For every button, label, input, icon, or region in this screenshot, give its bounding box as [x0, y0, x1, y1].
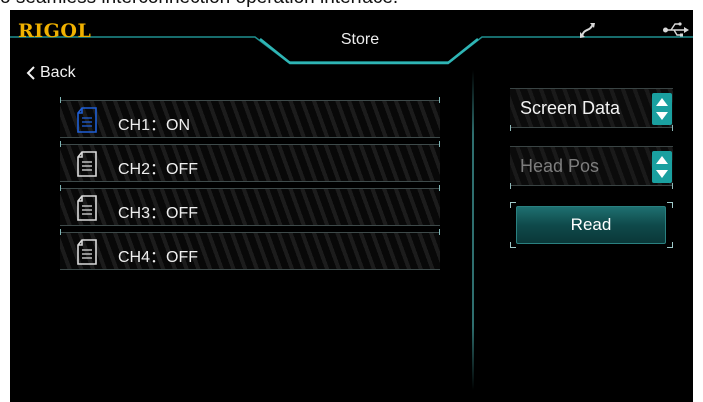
channel-list: CH1：ON CH2：OFF CH3：OFF CH4：OFF [60, 97, 440, 276]
channel-item-ch4[interactable]: CH4：OFF [60, 229, 440, 270]
spin-updown-icon[interactable] [652, 151, 672, 183]
back-label: Back [40, 64, 76, 81]
button-corner-mark [510, 242, 516, 248]
read-button[interactable]: Read [516, 206, 666, 244]
caption-text: o seamless interconnection operation int… [0, 0, 703, 9]
document-icon [76, 151, 98, 177]
channel-label: CH1：ON [118, 117, 191, 134]
document-icon [76, 107, 98, 133]
channel-label: CH2：OFF [118, 161, 199, 178]
page-title: Store [340, 31, 380, 48]
panel-divider [472, 70, 474, 390]
channel-item-ch2[interactable]: CH2：OFF [60, 141, 440, 182]
page: o seamless interconnection operation int… [0, 0, 703, 402]
document-icon [76, 239, 98, 265]
back-button[interactable]: Back [26, 62, 76, 84]
button-corner-mark [667, 242, 673, 248]
transfer-icon [576, 20, 600, 40]
spin-updown-icon[interactable] [652, 93, 672, 125]
chevron-left-icon [26, 66, 35, 80]
button-corner-mark [667, 202, 673, 208]
channel-item-ch3[interactable]: CH3：OFF [60, 185, 440, 226]
document-icon [76, 195, 98, 221]
brand-logo: RIGOL [18, 20, 92, 42]
usb-icon [662, 20, 690, 40]
oscilloscope-screen: RIGOL Store Back CH1：ON CH2：OFF CH3：OFF … [10, 10, 693, 402]
channel-label: CH4：OFF [118, 249, 199, 266]
position-select-value: Head Pos [520, 156, 600, 176]
position-select[interactable]: Head Pos [510, 146, 673, 189]
channel-item-ch1[interactable]: CH1：ON [60, 97, 440, 138]
channel-label: CH3：OFF [118, 205, 199, 222]
storage-select-value: Screen Data [520, 98, 621, 118]
storage-select[interactable]: Screen Data [510, 88, 673, 131]
